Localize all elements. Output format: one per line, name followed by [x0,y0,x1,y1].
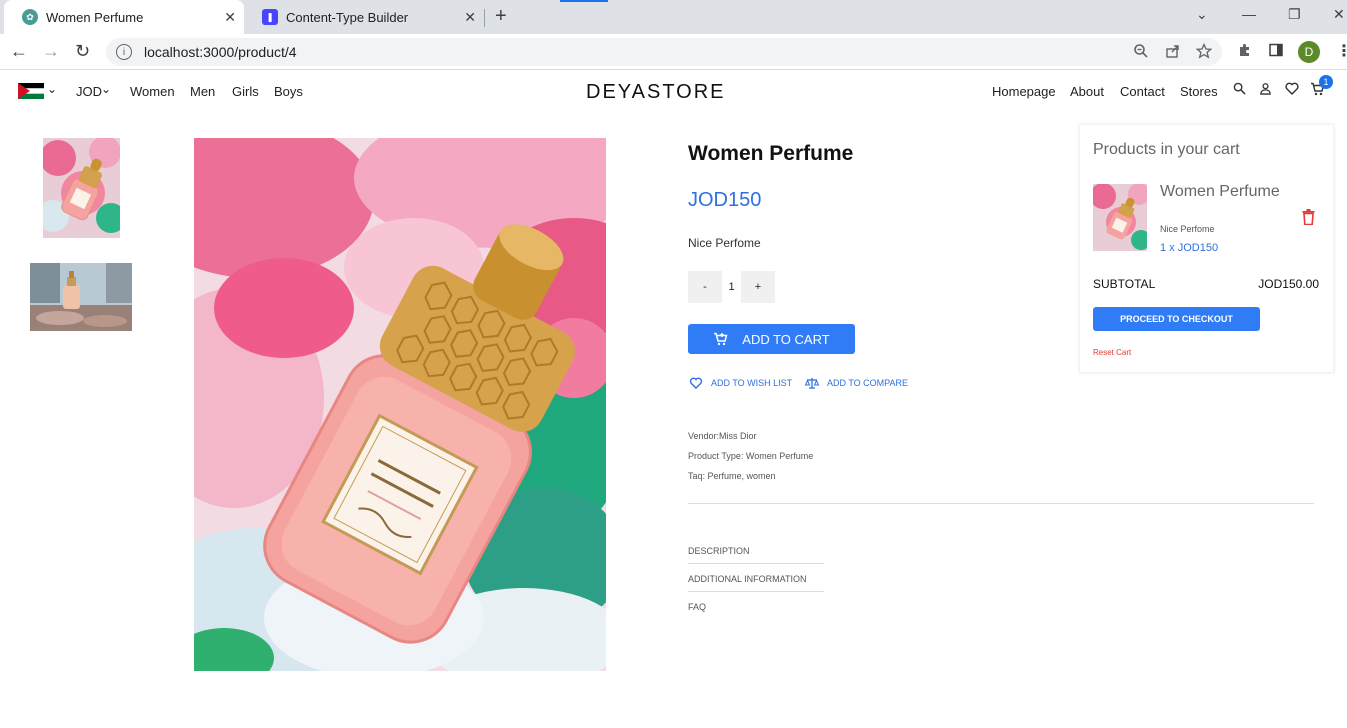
cart-item-thumbnail [1093,184,1147,251]
cart-subtotal-value: JOD150.00 [1258,277,1319,291]
nav-men[interactable]: Men [190,84,215,99]
browser-tab-bar: ✿ Women Perfume ✕ ❚ Content-Type Builder… [0,0,1347,34]
cart-item-name: Women Perfume [1160,183,1280,200]
add-to-compare-label: ADD TO COMPARE [827,378,909,388]
cart-subtotal-label: SUBTOTAL [1093,277,1156,291]
add-to-wishlist-link[interactable]: ADD TO WISH LIST [689,377,792,389]
browser-tab-content-type-builder[interactable]: ❚ Content-Type Builder ✕ [244,0,484,34]
product-main-image[interactable] [194,138,606,671]
perfume-thumbnail-image [30,263,132,331]
close-tab-icon[interactable]: ✕ [224,9,236,26]
address-bar[interactable]: i localhost:3000/product/4 [106,38,1222,66]
address-url[interactable]: localhost:3000/product/4 [144,44,297,60]
proceed-to-checkout-button[interactable]: PROCEED TO CHECKOUT [1093,307,1260,331]
minimize-icon[interactable]: — [1242,6,1256,22]
cart-item-description: Nice Perfome [1160,224,1215,234]
back-arrow-icon[interactable]: ← [10,41,28,62]
add-to-compare-link[interactable]: ADD TO COMPARE [805,377,908,389]
nav-women[interactable]: Women [130,84,175,99]
section-divider [688,503,1314,504]
bookmark-star-icon[interactable] [1196,43,1212,59]
browser-tab-women-perfume[interactable]: ✿ Women Perfume ✕ [4,0,244,34]
forward-arrow-icon[interactable]: → [42,41,60,62]
brand-logo[interactable]: DEYASTORE [586,81,726,104]
restore-icon[interactable]: ❐ [1288,6,1301,23]
currency-chevron-icon[interactable]: ⌄ [101,82,111,96]
cart-item-qty-price: 1 x JOD150 [1160,242,1219,254]
currency-selector[interactable]: JOD [76,84,102,99]
extensions-puzzle-icon[interactable] [1237,42,1253,58]
product-vendor: Vendor:Miss Dior [688,431,757,441]
product-type: Product Type: Women Perfume [688,451,814,461]
user-icon[interactable] [1259,82,1272,95]
reload-icon[interactable]: ↻ [75,41,90,62]
browser-toolbar: ← → ↻ i localhost:3000/product/4 D ⋮ [0,34,1347,70]
close-tab-icon[interactable]: ✕ [464,9,476,26]
product-thumbnail-2[interactable] [30,263,132,331]
site-favicon-icon: ✿ [22,9,38,25]
balance-scale-icon [805,378,819,389]
accordion-faq[interactable]: FAQ [688,602,824,619]
add-to-cart-label: ADD TO CART [742,331,830,347]
tab-title: Content-Type Builder [286,9,409,25]
accordion-description[interactable]: DESCRIPTION [688,546,824,564]
product-tags: Taq: Perfume, women [688,471,776,481]
product-title: Women Perfume [688,142,854,165]
product-price: JOD150 [688,189,762,211]
tab-search-chevron-icon[interactable]: ⌄ [1196,6,1208,23]
cart-panel: Products in your cart Women Perfume Nice… [1079,124,1334,373]
zoom-icon[interactable] [1133,43,1149,59]
perfume-thumbnail-image [43,138,120,238]
tab-strip-indicator [560,0,608,2]
share-icon[interactable] [1165,43,1181,59]
product-thumbnail-1[interactable] [43,138,120,238]
nav-homepage[interactable]: Homepage [992,84,1056,99]
site-info-icon[interactable]: i [116,44,132,60]
cart-count-badge: 1 [1319,75,1333,89]
wishlist-heart-icon[interactable] [1285,82,1299,95]
accordion-additional-information[interactable]: ADDITIONAL INFORMATION [688,574,824,592]
perfume-thumbnail-image [1093,184,1147,251]
site-header: ⌄ JOD ⌄ Women Men Girls Boys DEYASTORE H… [0,71,1347,113]
tab-separator [484,9,485,27]
reset-cart-link[interactable]: Reset Cart [1093,348,1131,357]
quantity-value: 1 [728,281,735,293]
product-description: Nice Perfome [688,236,761,250]
language-chevron-icon[interactable]: ⌄ [47,82,57,96]
heart-icon [689,377,703,389]
add-cart-icon [714,332,728,346]
perfume-bottle-image [194,138,606,671]
close-window-icon[interactable]: ✕ [1333,6,1345,23]
nav-boys[interactable]: Boys [274,84,303,99]
delete-trash-icon[interactable] [1302,209,1315,225]
cart-panel-title: Products in your cart [1093,141,1240,158]
add-to-cart-button[interactable]: ADD TO CART [688,324,855,354]
nav-girls[interactable]: Girls [232,84,259,99]
strapi-favicon-icon: ❚ [262,9,278,25]
side-panel-icon[interactable] [1268,42,1284,58]
search-icon[interactable] [1233,82,1246,95]
nav-stores[interactable]: Stores [1180,84,1218,99]
nav-about[interactable]: About [1070,84,1104,99]
browser-menu-icon[interactable]: ⋮ [1336,41,1347,61]
jordan-flag-icon[interactable] [18,83,44,99]
quantity-increase-button[interactable]: + [741,271,775,303]
tab-title: Women Perfume [46,9,144,25]
quantity-decrease-button[interactable]: - [688,271,722,303]
profile-avatar[interactable]: D [1298,41,1320,63]
new-tab-icon[interactable]: + [495,5,507,28]
add-to-wishlist-label: ADD TO WISH LIST [711,378,793,388]
nav-contact[interactable]: Contact [1120,84,1165,99]
